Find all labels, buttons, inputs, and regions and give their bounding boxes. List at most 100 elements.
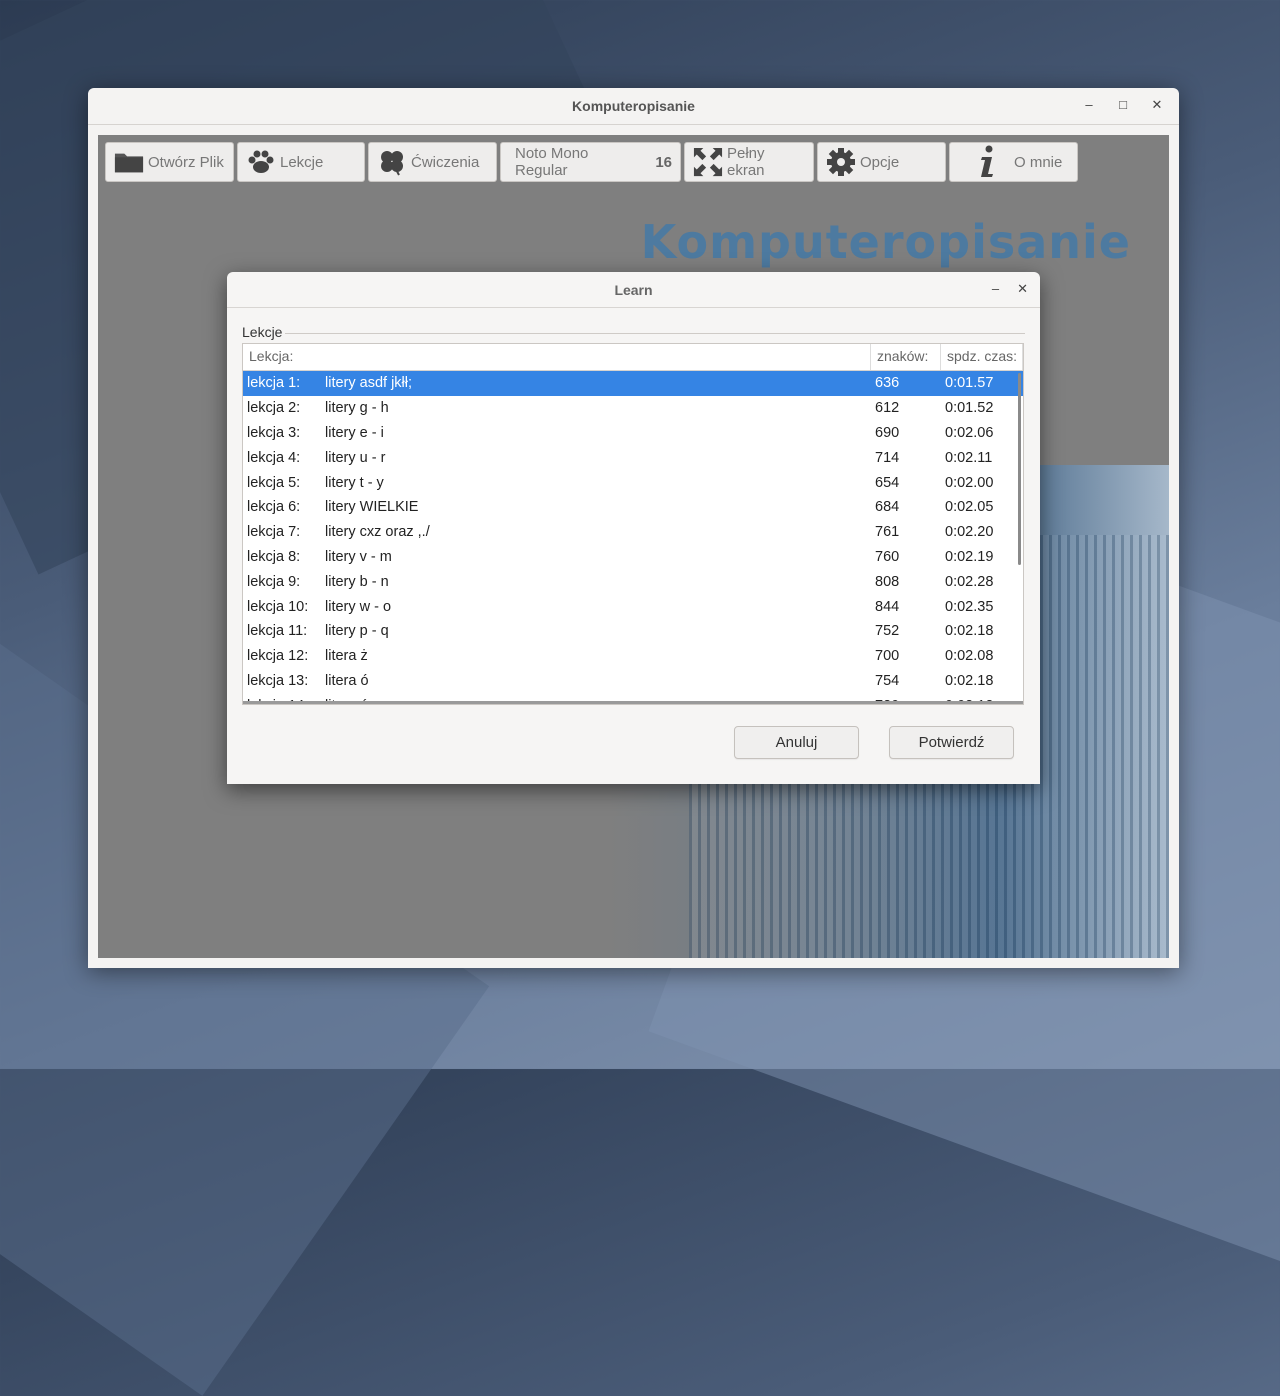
cell-time: 0:02.35 bbox=[945, 598, 994, 615]
paw-icon bbox=[246, 149, 276, 175]
cell-lesson: lekcja 13: litera ó bbox=[243, 673, 871, 689]
cell-chars: 654 bbox=[875, 474, 900, 491]
cell-chars: 754 bbox=[875, 672, 900, 689]
lesson-name: lekcja 13: bbox=[247, 672, 309, 689]
table-row[interactable]: lekcja 7: litery cxz oraz ,./ 761 0:02.20 bbox=[243, 520, 1023, 545]
dialog-close-button[interactable]: ✕ bbox=[1017, 281, 1028, 297]
dialog-minimize-button[interactable]: – bbox=[992, 281, 999, 297]
exercises-label: Ćwiczenia bbox=[411, 153, 480, 171]
window-titlebar[interactable]: Komputeropisanie – □ ✕ bbox=[88, 88, 1179, 125]
lessons-label: Lekcje bbox=[280, 153, 324, 171]
cell-lesson: lekcja 10: litery w - o bbox=[243, 599, 871, 615]
font-selector-button[interactable]: Noto Mono Regular 16 bbox=[500, 142, 681, 182]
column-header-lesson[interactable]: Lekcja: bbox=[243, 344, 871, 370]
lesson-name: lekcja 5: bbox=[247, 474, 301, 491]
cell-time: 0:02.20 bbox=[945, 524, 994, 541]
lesson-description: litery b - n bbox=[325, 573, 389, 590]
vertical-scrollbar[interactable] bbox=[1018, 373, 1021, 565]
close-button[interactable]: ✕ bbox=[1149, 96, 1165, 114]
cell-time: 0:02.00 bbox=[945, 474, 994, 491]
fullscreen-icon bbox=[693, 147, 723, 177]
cell-lesson: lekcja 2: litery g - h bbox=[243, 400, 871, 416]
clover-icon bbox=[377, 149, 407, 176]
lesson-description: litery g - h bbox=[325, 400, 389, 417]
dialog-titlebar[interactable]: Learn – ✕ bbox=[227, 272, 1040, 308]
options-button[interactable]: Opcje bbox=[817, 142, 946, 182]
group-divider bbox=[285, 333, 1025, 334]
lesson-description: litery u - r bbox=[325, 449, 386, 466]
table-row[interactable]: lekcja 8: litery v - m 760 0:02.19 bbox=[243, 545, 1023, 570]
cell-chars: 636 bbox=[875, 375, 900, 392]
minimize-button[interactable]: – bbox=[1081, 96, 1097, 114]
lesson-description: litery e - i bbox=[325, 424, 384, 441]
cell-lesson: lekcja 11: litery p - q bbox=[243, 623, 871, 639]
confirm-button[interactable]: Potwierdź bbox=[889, 726, 1014, 759]
table-header: Lekcja: znaków: spdz. czas: bbox=[243, 344, 1023, 371]
cell-lesson: lekcja 9: litery b - n bbox=[243, 574, 871, 590]
exercises-button[interactable]: Ćwiczenia bbox=[368, 142, 497, 182]
column-header-time[interactable]: spdz. czas: bbox=[941, 344, 1023, 370]
lesson-description: litery p - q bbox=[325, 623, 389, 640]
lesson-name: lekcja 10: bbox=[247, 598, 309, 615]
open-file-button[interactable]: Otwórz Plik bbox=[105, 142, 234, 182]
lesson-name: lekcja 7: bbox=[247, 524, 301, 541]
lesson-name: lekcja 2: bbox=[247, 400, 301, 417]
table-row[interactable]: lekcja 11: litery p - q 752 0:02.18 bbox=[243, 619, 1023, 644]
lesson-description: litery WIELKIE bbox=[325, 499, 419, 516]
cell-chars: 612 bbox=[875, 400, 900, 417]
lesson-description: litera ó bbox=[325, 672, 369, 689]
column-header-chars[interactable]: znaków: bbox=[871, 344, 941, 370]
cell-time: 0:02.18 bbox=[945, 672, 994, 689]
maximize-button[interactable]: □ bbox=[1115, 96, 1131, 114]
options-label: Opcje bbox=[860, 153, 900, 171]
cell-chars: 761 bbox=[875, 524, 900, 541]
cell-time: 0:01.52 bbox=[945, 400, 994, 417]
table-row[interactable]: lekcja 12: litera ż 700 0:02.08 bbox=[243, 644, 1023, 669]
brand-heading: Komputeropisanie bbox=[640, 215, 1131, 269]
lessons-button[interactable]: Lekcje bbox=[237, 142, 365, 182]
lesson-name: lekcja 3: bbox=[247, 424, 301, 441]
lesson-name: lekcja 12: bbox=[247, 648, 309, 665]
cancel-button[interactable]: Anuluj bbox=[734, 726, 859, 759]
table-row[interactable]: lekcja 13: litera ó 754 0:02.18 bbox=[243, 669, 1023, 694]
cell-lesson: lekcja 3: litery e - i bbox=[243, 425, 871, 441]
lessons-table: Lekcja: znaków: spdz. czas: lekcja 1: lit… bbox=[242, 343, 1024, 705]
lessons-group: Lekcje Lekcja: znaków: spdz. czas: lekcj… bbox=[241, 324, 1025, 707]
cell-chars: 760 bbox=[875, 548, 900, 565]
lesson-description: litery v - m bbox=[325, 548, 392, 565]
table-row[interactable]: lekcja 5: litery t - y 654 0:02.00 bbox=[243, 470, 1023, 495]
font-size-label: 16 bbox=[655, 153, 672, 171]
gear-icon bbox=[826, 148, 856, 176]
lessons-group-label: Lekcje bbox=[242, 324, 283, 340]
horizontal-scrollbar[interactable] bbox=[243, 701, 1023, 704]
lesson-description: litery asdf jkłł; bbox=[325, 375, 413, 392]
lesson-name: lekcja 1: bbox=[247, 375, 301, 392]
fullscreen-button[interactable]: Pełny ekran bbox=[684, 142, 814, 182]
about-button[interactable]: O mnie bbox=[949, 142, 1078, 182]
window-title: Komputeropisanie bbox=[572, 98, 695, 114]
table-row[interactable]: lekcja 2: litery g - h 612 0:01.52 bbox=[243, 396, 1023, 421]
table-row[interactable]: lekcja 4: litery u - r 714 0:02.11 bbox=[243, 445, 1023, 470]
table-row[interactable]: lekcja 1: litery asdf jkłł; 636 0:01.57 bbox=[243, 371, 1023, 396]
lesson-description: litery cxz oraz ,./ bbox=[325, 524, 430, 541]
cell-time: 0:02.11 bbox=[945, 449, 993, 466]
cell-time: 0:02.08 bbox=[945, 648, 994, 665]
cell-chars: 752 bbox=[875, 623, 900, 640]
table-row[interactable]: lekcja 9: litery b - n 808 0:02.28 bbox=[243, 569, 1023, 594]
lesson-description: litera ż bbox=[325, 648, 368, 665]
about-label: O mnie bbox=[1014, 153, 1063, 171]
cell-time: 0:02.19 bbox=[945, 548, 994, 565]
cell-chars: 808 bbox=[875, 573, 900, 590]
folder-icon bbox=[114, 149, 144, 175]
table-row[interactable]: lekcja 3: litery e - i 690 0:02.06 bbox=[243, 421, 1023, 446]
cell-lesson: lekcja 5: litery t - y bbox=[243, 475, 871, 491]
table-row[interactable]: lekcja 10: litery w - o 844 0:02.35 bbox=[243, 594, 1023, 619]
lesson-name: lekcja 4: bbox=[247, 449, 301, 466]
info-icon bbox=[972, 145, 1002, 177]
cell-chars: 714 bbox=[875, 449, 900, 466]
cell-time: 0:02.18 bbox=[945, 623, 994, 640]
fullscreen-label: Pełny ekran bbox=[727, 145, 765, 179]
dialog-title: Learn bbox=[614, 281, 653, 298]
table-row[interactable]: lekcja 6: litery WIELKIE 684 0:02.05 bbox=[243, 495, 1023, 520]
cell-time: 0:02.28 bbox=[945, 573, 994, 590]
